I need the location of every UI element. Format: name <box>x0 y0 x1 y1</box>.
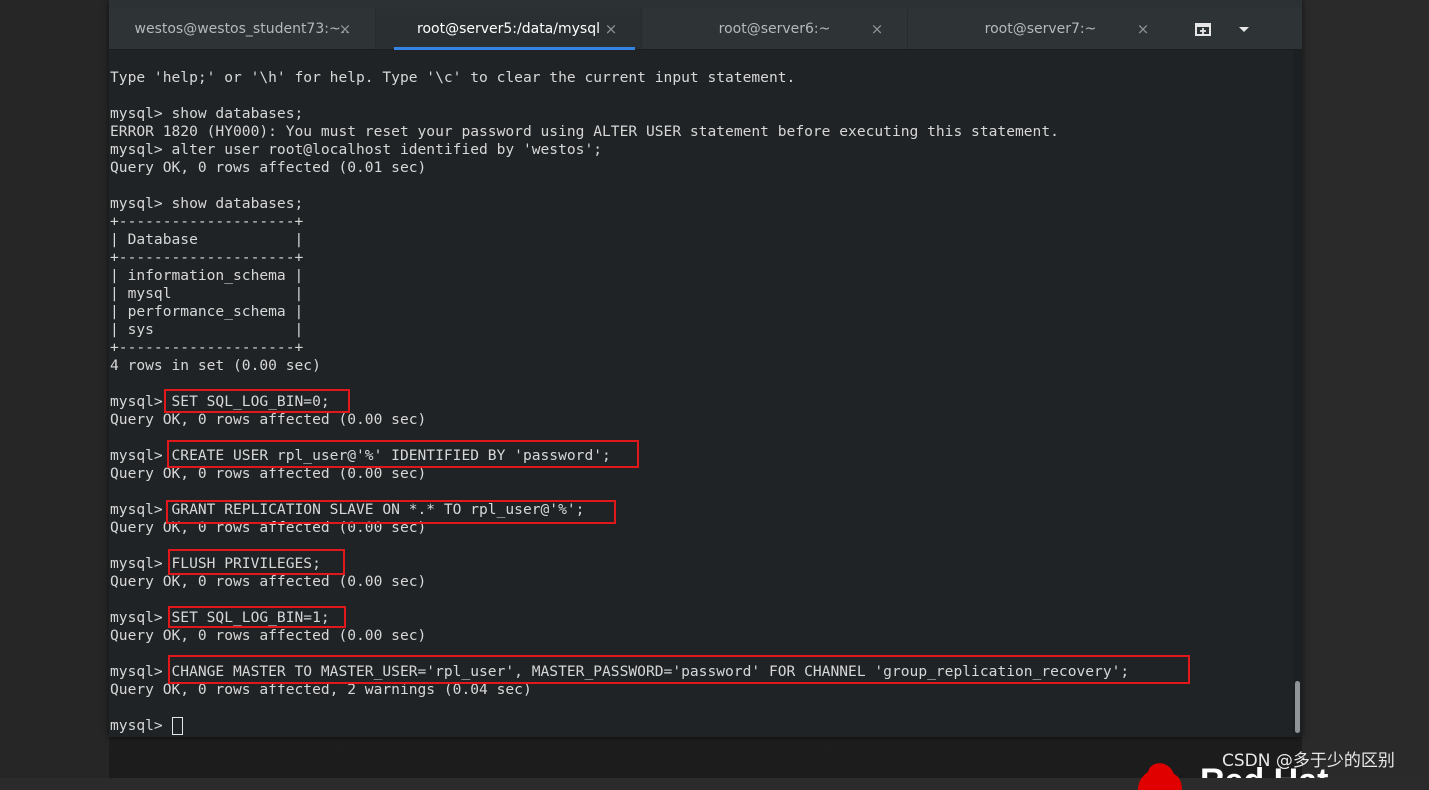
terminal-window: westos@westos_student73:~... × root@serv… <box>109 0 1302 737</box>
desktop-background-left <box>0 0 109 778</box>
scrollbar[interactable] <box>1293 50 1302 737</box>
tab-bar: westos@westos_student73:~... × root@serv… <box>109 9 1302 50</box>
terminal-line: +--------------------+ <box>110 213 304 230</box>
terminal-line: mysql> alter user root@localhost identif… <box>110 141 603 158</box>
terminal-line: mysql> show databases; <box>110 195 304 212</box>
terminal-line: | performance_schema | <box>110 303 304 320</box>
highlight-box-change-master <box>168 655 1190 684</box>
window-titlebar <box>109 0 1302 9</box>
close-icon[interactable]: × <box>603 20 619 38</box>
tab-label: root@server7:~ <box>984 21 1097 37</box>
terminal-line: | Database | <box>110 231 304 248</box>
terminal-line: +--------------------+ <box>110 249 304 266</box>
terminal-line: Query OK, 0 rows affected (0.00 sec) <box>110 573 427 590</box>
terminal-line: Query OK, 0 rows affected (0.01 sec) <box>110 159 427 176</box>
desktop-background-right <box>1302 0 1429 778</box>
scrollbar-thumb[interactable] <box>1295 681 1300 733</box>
highlight-box-set-sql-log-bin-1 <box>168 606 346 628</box>
terminal-line: | information_schema | <box>110 267 304 284</box>
terminal-output[interactable]: Type 'help;' or '\h' for help. Type '\c'… <box>109 50 1293 737</box>
highlight-box-create-user <box>167 440 639 468</box>
terminal-line: 4 rows in set (0.00 sec) <box>110 357 321 374</box>
close-icon[interactable]: × <box>1135 20 1151 38</box>
tab-label: root@server5:/data/mysql <box>417 21 600 37</box>
terminal-line: Type 'help;' or '\h' for help. Type '\c'… <box>110 69 796 86</box>
highlight-box-set-sql-log-bin-0 <box>164 389 350 413</box>
watermark-text: CSDN @多于少的区别 <box>1222 751 1395 771</box>
terminal-line: +--------------------+ <box>110 339 304 356</box>
tab-server7[interactable]: root@server7:~ × <box>907 9 1173 49</box>
close-icon[interactable]: × <box>337 20 353 38</box>
terminal-line: Query OK, 0 rows affected (0.00 sec) <box>110 411 427 428</box>
chevron-down-icon[interactable] <box>1235 19 1253 39</box>
highlight-box-flush-privileges <box>168 549 345 575</box>
redhat-logo-icon <box>1138 763 1182 790</box>
terminal-line: Query OK, 0 rows affected (0.00 sec) <box>110 627 427 644</box>
close-icon[interactable]: × <box>869 20 885 38</box>
terminal-line: ERROR 1820 (HY000): You must reset your … <box>110 123 1059 140</box>
terminal-line: mysql> <box>110 717 172 734</box>
tab-westos-student73[interactable]: westos@westos_student73:~... × <box>109 9 375 49</box>
terminal-cursor <box>172 717 183 735</box>
highlight-box-grant-replication <box>166 500 616 524</box>
terminal-line: | sys | <box>110 321 304 338</box>
tab-label: root@server6:~ <box>718 21 831 37</box>
tab-server5[interactable]: root@server5:/data/mysql × <box>375 9 641 50</box>
terminal-line: mysql> show databases; <box>110 105 304 122</box>
tab-server6[interactable]: root@server6:~ × <box>641 9 907 49</box>
tab-label: westos@westos_student73:~... <box>134 21 350 37</box>
terminal-line: | mysql | <box>110 285 304 302</box>
new-tab-icon[interactable] <box>1193 19 1213 39</box>
tab-tools <box>1173 9 1302 49</box>
